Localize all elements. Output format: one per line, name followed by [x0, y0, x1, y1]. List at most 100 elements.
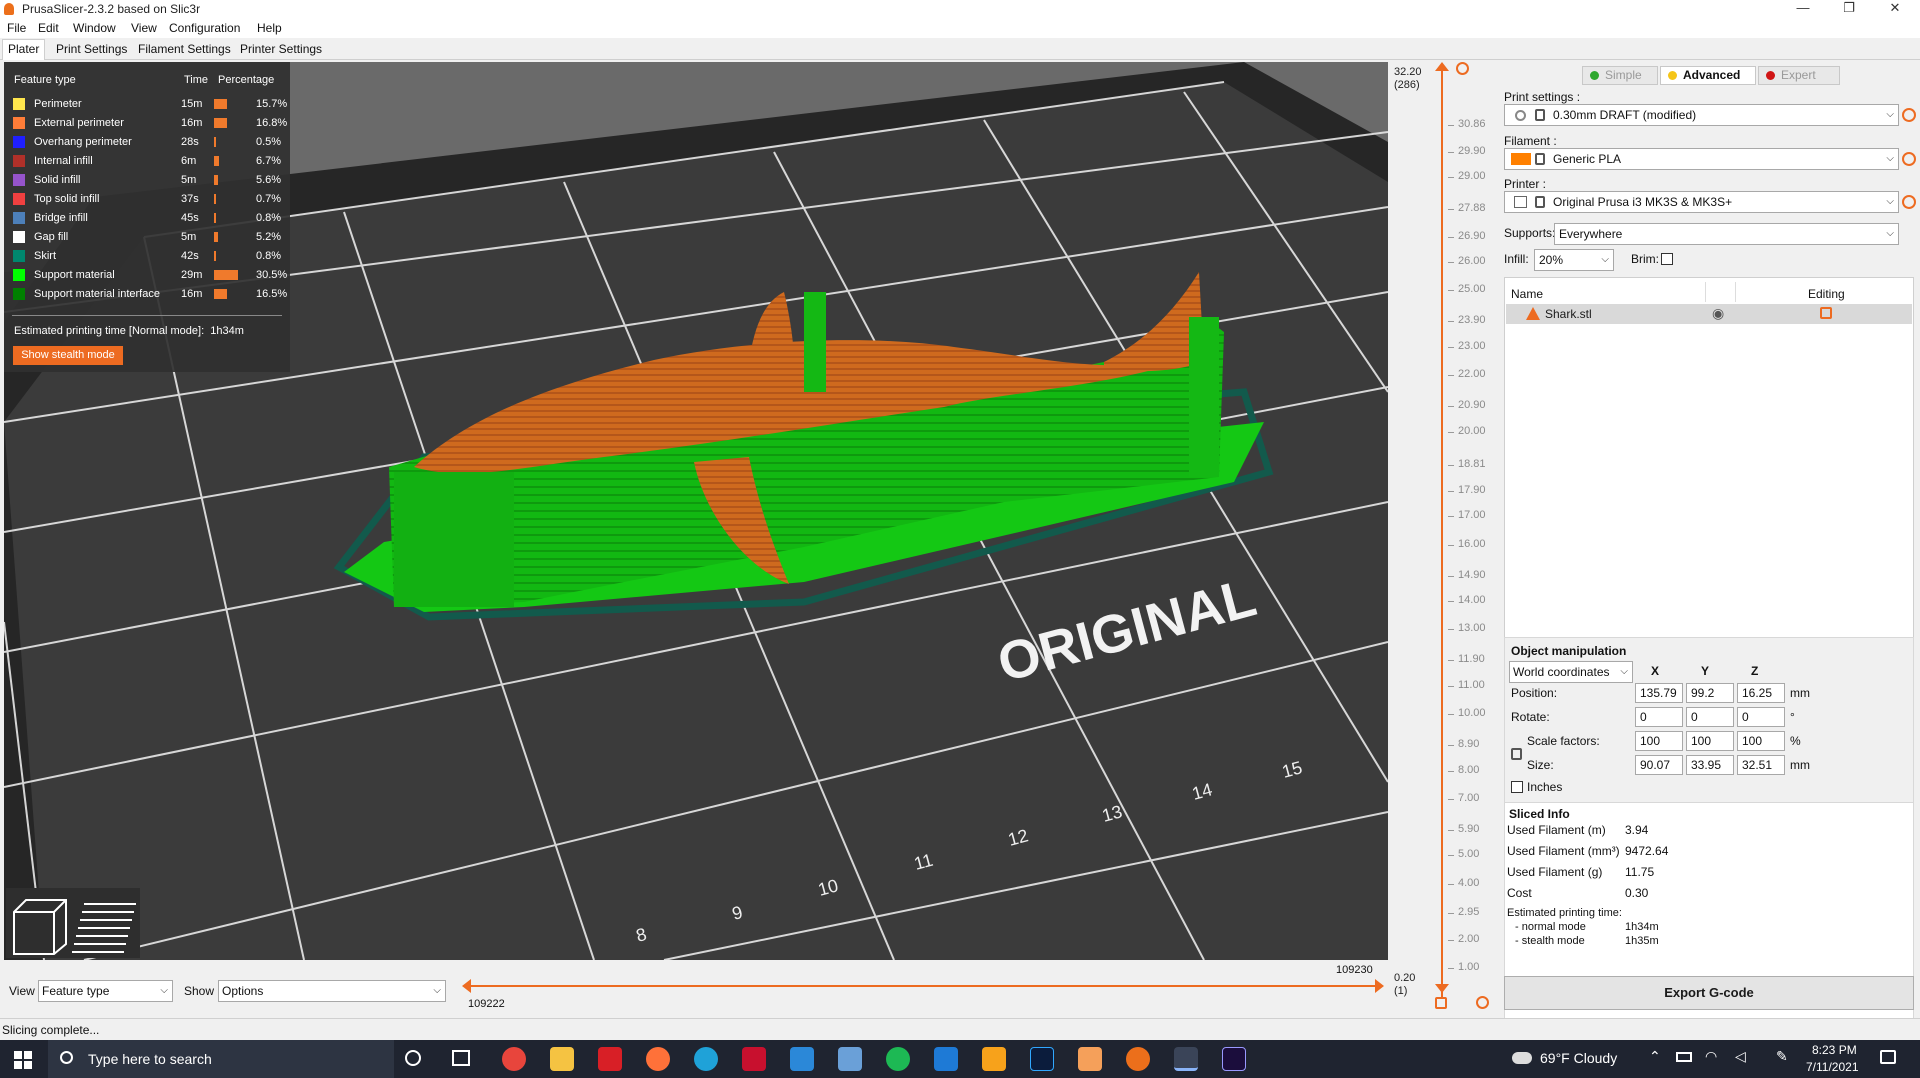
layer-slider[interactable]: 32.20 (286) 30.86 29.90 29.00 27.88 26.90 26.…: [1390, 62, 1500, 1012]
position-y-input[interactable]: 99.2: [1686, 683, 1734, 703]
position-x-input[interactable]: 135.79: [1635, 683, 1683, 703]
menu-file[interactable]: File: [7, 21, 26, 35]
mode-advanced-button[interactable]: Advanced: [1660, 66, 1756, 85]
scale-y-input[interactable]: 100: [1686, 731, 1734, 751]
tab-print-settings[interactable]: Print Settings: [52, 42, 131, 56]
legend-row[interactable]: Bridge infill 45s 0.8%: [4, 209, 290, 228]
inches-checkbox[interactable]: [1511, 781, 1523, 793]
printer-combo[interactable]: Original Prusa i3 MK3S & MK3S+ ⌵: [1504, 191, 1899, 213]
legend-row[interactable]: Skirt 42s 0.8%: [4, 247, 290, 266]
volume-icon[interactable]: ◁: [1735, 1048, 1746, 1065]
layer-upper-settings-icon[interactable]: [1456, 62, 1469, 75]
clock-date[interactable]: 7/11/2021: [1806, 1060, 1859, 1074]
filament-combo[interactable]: Generic PLA ⌵: [1504, 148, 1899, 170]
scale-x-input[interactable]: 100: [1635, 731, 1683, 751]
chrome-icon[interactable]: [502, 1047, 526, 1071]
coordinate-system-combo[interactable]: World coordinates ⌵: [1509, 661, 1633, 683]
mail-icon[interactable]: [838, 1047, 862, 1071]
weather-text[interactable]: 69°F Cloudy: [1540, 1050, 1617, 1066]
print-settings-gear-icon[interactable]: [1902, 108, 1916, 122]
mode-expert-button[interactable]: Expert: [1758, 66, 1840, 85]
3d-view-icon[interactable]: [13, 899, 67, 955]
mcafee-icon[interactable]: [742, 1047, 766, 1071]
edit-icon[interactable]: [1820, 307, 1832, 319]
legend-row[interactable]: External perimeter 16m 16.8%: [4, 114, 290, 133]
printer-gear-icon[interactable]: [1902, 195, 1916, 209]
rotate-z-input[interactable]: 0: [1737, 707, 1785, 727]
legend-row[interactable]: Support material interface 16m 16.5%: [4, 285, 290, 304]
brim-checkbox[interactable]: [1661, 253, 1673, 265]
legend-row[interactable]: Internal infill 6m 6.7%: [4, 152, 290, 171]
infill-combo[interactable]: 20% ⌵: [1534, 249, 1614, 271]
size-x-input[interactable]: 90.07: [1635, 755, 1683, 775]
tab-filament-settings[interactable]: Filament Settings: [134, 42, 235, 56]
firefox-icon[interactable]: [646, 1047, 670, 1071]
pen-icon[interactable]: ✎: [1776, 1048, 1788, 1065]
eye-icon[interactable]: ◉: [1712, 305, 1724, 322]
store-icon[interactable]: [790, 1047, 814, 1071]
show-options-combo[interactable]: Options ⌵: [218, 980, 446, 1002]
menu-help[interactable]: Help: [257, 21, 282, 35]
legend-row[interactable]: Solid infill 5m 5.6%: [4, 171, 290, 190]
fusion-icon[interactable]: [1078, 1047, 1102, 1071]
layer-lower-thumb[interactable]: [1435, 984, 1449, 993]
spotify-icon[interactable]: [886, 1047, 910, 1071]
edge-icon[interactable]: [694, 1047, 718, 1071]
scale-lock-icon[interactable]: [1511, 748, 1522, 760]
mode-simple-button[interactable]: Simple: [1582, 66, 1658, 85]
view-type-combo[interactable]: Feature type ⌵: [38, 980, 173, 1002]
preview-layers-icon[interactable]: [72, 903, 136, 953]
menu-window[interactable]: Window: [73, 21, 116, 35]
app-icon[interactable]: [934, 1047, 958, 1071]
legend-color-swatch: [13, 174, 25, 186]
cog-icon[interactable]: [1476, 996, 1489, 1009]
menu-view[interactable]: View: [131, 21, 157, 35]
netflix-icon[interactable]: [598, 1047, 622, 1071]
battery-icon[interactable]: [1676, 1052, 1692, 1062]
minimize-button[interactable]: —: [1780, 0, 1826, 18]
sublime-icon[interactable]: [982, 1047, 1006, 1071]
layer-upper-thumb[interactable]: [1435, 62, 1449, 71]
legend-row[interactable]: Gap fill 5m 5.2%: [4, 228, 290, 247]
export-gcode-button[interactable]: Export G-code: [1504, 976, 1914, 1010]
size-y-input[interactable]: 33.95: [1686, 755, 1734, 775]
photoshop-icon[interactable]: [1030, 1047, 1054, 1071]
object-row[interactable]: Shark.stl ◉: [1506, 304, 1912, 324]
wifi-icon[interactable]: ◠: [1705, 1048, 1717, 1065]
close-window-button[interactable]: ✕: [1872, 0, 1918, 18]
show-stealth-mode-button[interactable]: Show stealth mode: [13, 346, 123, 365]
rotate-y-input[interactable]: 0: [1686, 707, 1734, 727]
windows-start-icon[interactable]: [14, 1051, 32, 1069]
supports-combo[interactable]: Everywhere ⌵: [1554, 223, 1899, 245]
legend-row[interactable]: Overhang perimeter 28s 0.5%: [4, 133, 290, 152]
layer-tick-label: 5.90: [1458, 823, 1480, 835]
legend-row[interactable]: Support material 29m 30.5%: [4, 266, 290, 285]
legend-row[interactable]: Top solid infill 37s 0.7%: [4, 190, 290, 209]
prusaslicer-taskbar-icon[interactable]: [1174, 1047, 1198, 1071]
chevron-up-icon[interactable]: ⌃: [1649, 1048, 1661, 1065]
restore-button[interactable]: ❐: [1826, 0, 1872, 18]
lock-icon[interactable]: [1435, 997, 1447, 1009]
clock-time[interactable]: 8:23 PM: [1812, 1043, 1857, 1057]
size-z-input[interactable]: 32.51: [1737, 755, 1785, 775]
tab-plater[interactable]: Plater: [2, 39, 46, 60]
layer-tick-label: 5.00: [1458, 848, 1480, 860]
cortana-icon[interactable]: [405, 1050, 421, 1066]
move-slider-track[interactable]: [468, 985, 1378, 987]
taskbar-search-box[interactable]: Type here to search: [48, 1040, 394, 1078]
legend-row[interactable]: Perimeter 15m 15.7%: [4, 95, 290, 114]
task-view-icon[interactable]: [452, 1050, 470, 1066]
move-slider-right-thumb[interactable]: [1375, 979, 1384, 993]
notifications-icon[interactable]: [1880, 1050, 1896, 1064]
cura-icon[interactable]: [1126, 1047, 1150, 1071]
rotate-x-input[interactable]: 0: [1635, 707, 1683, 727]
filament-gear-icon[interactable]: [1902, 152, 1916, 166]
file-explorer-icon[interactable]: [550, 1047, 574, 1071]
position-z-input[interactable]: 16.25: [1737, 683, 1785, 703]
print-settings-combo[interactable]: 0.30mm DRAFT (modified) ⌵: [1504, 104, 1899, 126]
menu-edit[interactable]: Edit: [38, 21, 59, 35]
scale-z-input[interactable]: 100: [1737, 731, 1785, 751]
menu-configuration[interactable]: Configuration: [169, 21, 240, 35]
tab-printer-settings[interactable]: Printer Settings: [236, 42, 326, 56]
premiere-icon[interactable]: [1222, 1047, 1246, 1071]
